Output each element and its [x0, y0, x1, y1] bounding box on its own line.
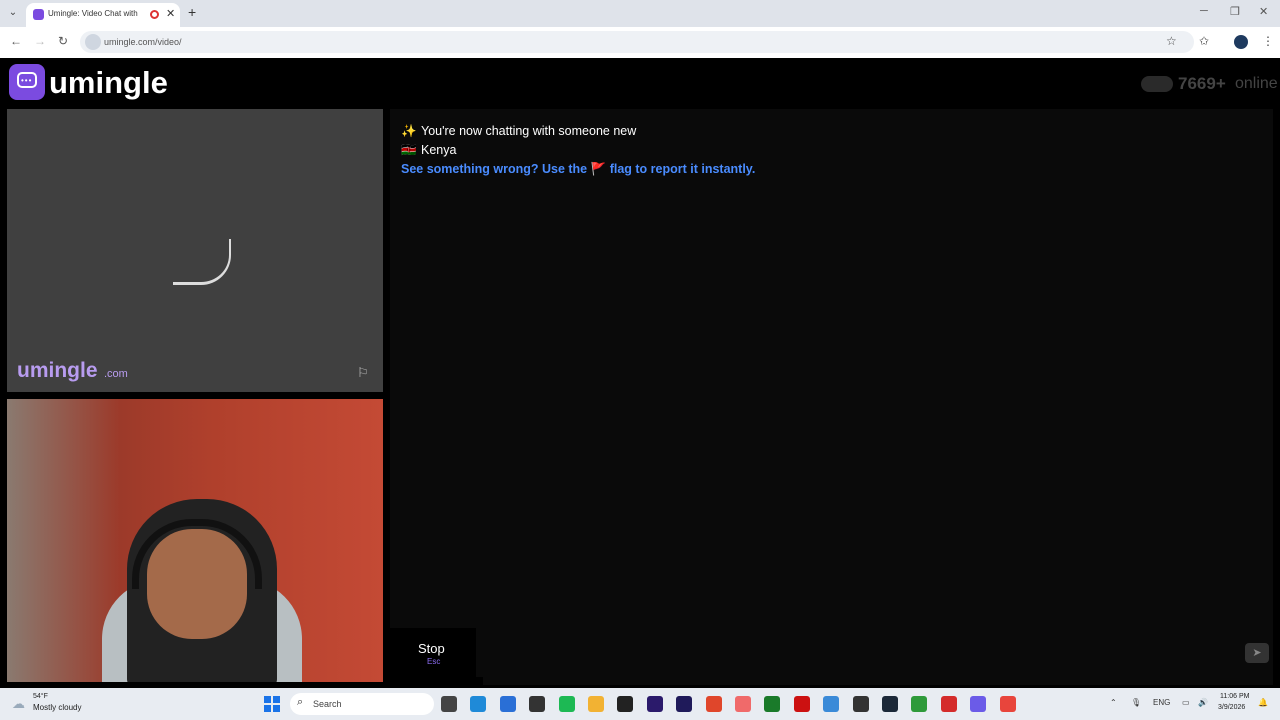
menu-kebab-icon[interactable]: ⋮	[1262, 34, 1274, 48]
browser-tab-bar: ⌄ Umingle: Video Chat with S ✕ + ─ ❐ ✕	[0, 0, 1280, 27]
umingle-app: ••• umingle 7669+ online umingle .com ⚐ …	[0, 58, 1280, 688]
bookmark-star-icon[interactable]: ☆	[1166, 34, 1177, 48]
folder-app-icon[interactable]	[588, 696, 604, 712]
weather-temp[interactable]: 54°F	[33, 693, 48, 700]
back-icon[interactable]: ←	[10, 34, 22, 48]
volume-icon[interactable]: 🔊	[1198, 698, 1208, 707]
after-effects-app-icon[interactable]	[676, 696, 692, 712]
notepad-app-icon[interactable]	[823, 696, 839, 712]
premiere-app-icon[interactable]	[647, 696, 663, 712]
discord-app-icon[interactable]	[970, 696, 986, 712]
minimize-icon[interactable]: ─	[1200, 5, 1208, 17]
new-tab-button[interactable]: +	[188, 4, 196, 20]
pen-app-icon[interactable]	[529, 696, 545, 712]
umingle-favicon-icon	[33, 9, 44, 20]
edge-app-icon[interactable]	[470, 696, 486, 712]
chrome-app-icon[interactable]	[1000, 696, 1016, 712]
self-video	[7, 399, 383, 682]
chevron-up-icon[interactable]: ⌃	[1110, 698, 1117, 707]
country-text: Kenya	[421, 143, 457, 157]
video-watermark: umingle	[17, 359, 98, 382]
sparkles-icon: ✨	[401, 124, 417, 138]
system-message: ✨ You're now chatting with someone new	[401, 124, 636, 139]
report-hint: See something wrong? Use the 🚩 flag to r…	[401, 162, 755, 177]
file-explorer-app-icon[interactable]	[441, 696, 457, 712]
browser-tab[interactable]: Umingle: Video Chat with S ✕	[26, 3, 180, 27]
language-indicator[interactable]: ENG	[1153, 698, 1170, 707]
capcut-app-icon[interactable]	[617, 696, 633, 712]
search-icon: ⌕	[297, 696, 304, 708]
logo-text[interactable]: umingle	[49, 65, 168, 101]
report-flag-icon[interactable]: ⚐	[357, 365, 373, 381]
address-bar-row: ← → ↻ umingle.com/video/ ☆ ✩ ⋮	[0, 27, 1280, 58]
stranger-video: umingle .com ⚐	[7, 109, 383, 392]
stop-key-hint: Esc	[427, 657, 441, 666]
arc-app-icon[interactable]	[735, 696, 751, 712]
chat-message-input[interactable]	[483, 628, 1273, 685]
store-app-icon[interactable]	[500, 696, 516, 712]
tab-search-icon[interactable]: ⌄	[6, 6, 20, 20]
acrobat-app-icon[interactable]	[941, 696, 957, 712]
url-field[interactable]: umingle.com/video/	[80, 31, 1194, 53]
online-label: online	[1235, 75, 1278, 92]
notification-bell-icon[interactable]: 🔔	[1258, 698, 1268, 707]
report-hint-suffix: flag to report it instantly.	[609, 162, 756, 176]
maximize-icon[interactable]: ❐	[1230, 5, 1240, 18]
send-icon[interactable]: ➤	[1245, 643, 1269, 663]
loading-spinner-icon	[173, 239, 231, 285]
forward-icon[interactable]: →	[34, 34, 46, 48]
windows-start-icon[interactable]	[264, 696, 280, 712]
weather-desc[interactable]: Mostly cloudy	[33, 703, 81, 712]
taskbar-search[interactable]: ⌕ Search	[290, 693, 434, 715]
spotify-app-icon[interactable]	[559, 696, 575, 712]
reload-icon[interactable]: ↻	[58, 34, 68, 48]
logo-chat-icon[interactable]: •••	[9, 64, 45, 100]
stop-label: Stop	[418, 641, 445, 656]
system-message-text: You're now chatting with someone new	[421, 124, 637, 138]
video-watermark-suffix: .com	[104, 368, 128, 380]
tab-title: Umingle: Video Chat with S	[48, 9, 140, 18]
weather-cloud-icon[interactable]: ☁	[12, 696, 25, 712]
red-flag-icon: 🚩	[590, 162, 607, 176]
extensions-icon[interactable]: ✩	[1199, 34, 1209, 48]
close-tab-icon[interactable]: ✕	[166, 7, 175, 20]
network-icon[interactable]: ▭	[1182, 698, 1190, 707]
url-text: umingle.com/video/	[104, 37, 182, 47]
obs-app-icon[interactable]	[853, 696, 869, 712]
microphone-icon[interactable]: 🎙	[1131, 698, 1141, 707]
profile-avatar[interactable]	[1234, 35, 1248, 49]
country-message: 🇰🇪 Kenya	[401, 143, 456, 158]
recording-indicator-icon	[150, 10, 159, 19]
clock-time[interactable]: 11:06 PM	[1220, 693, 1249, 700]
stop-button[interactable]: Stop Esc	[390, 628, 476, 685]
kenya-flag-icon: 🇰🇪	[401, 143, 417, 157]
chat-panel: ✨ You're now chatting with someone new 🇰🇪…	[390, 109, 1273, 677]
report-hint-prefix: See something wrong? Use the	[401, 162, 588, 176]
site-info-icon[interactable]	[85, 34, 101, 50]
steam-app-icon[interactable]	[882, 696, 898, 712]
clock-date[interactable]: 3/9/2026	[1218, 704, 1245, 711]
close-window-icon[interactable]: ✕	[1259, 5, 1268, 18]
windows-taskbar: ☁ 54°F Mostly cloudy ⌕ Search ⌃ 🎙 ENG ▭ …	[0, 688, 1280, 720]
online-toggle[interactable]	[1141, 76, 1173, 92]
terminal-app-icon[interactable]	[764, 696, 780, 712]
brave-app-icon[interactable]	[706, 696, 722, 712]
xbox-app-icon[interactable]	[911, 696, 927, 712]
online-count: 7669+	[1178, 74, 1226, 93]
search-label: Search	[313, 699, 342, 709]
record-app-icon[interactable]	[794, 696, 810, 712]
